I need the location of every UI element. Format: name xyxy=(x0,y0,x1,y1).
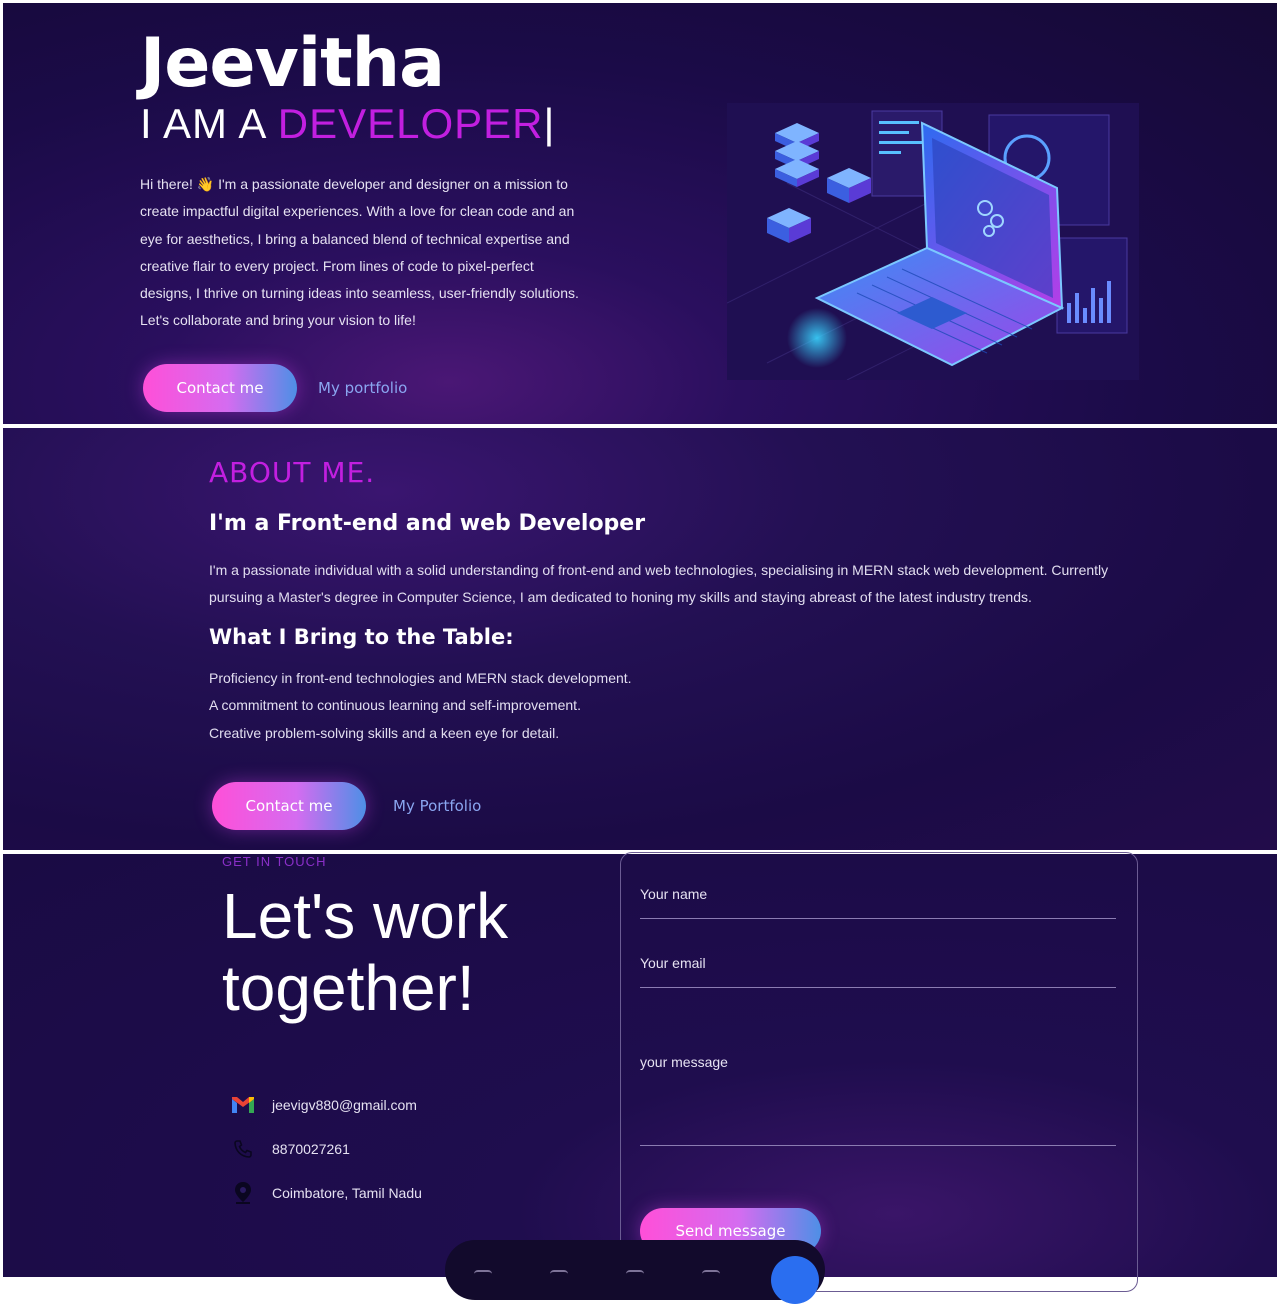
nav-home-icon[interactable] xyxy=(474,1270,492,1280)
hero-name: Jeevitha xyxy=(140,24,445,103)
list-item: Creative problem-solving skills and a ke… xyxy=(209,724,560,741)
location-pin-icon xyxy=(230,1180,256,1206)
phone-text: 8870027261 xyxy=(272,1141,350,1157)
about-subheading: What I Bring to the Table: xyxy=(209,625,514,649)
about-title: I'm a Front-end and web Developer xyxy=(209,511,646,536)
list-item: A commitment to continuous learning and … xyxy=(209,697,581,714)
name-field[interactable]: Your name xyxy=(640,886,1116,919)
hero-intro: Hi there! 👋 I'm a passionate developer a… xyxy=(140,176,579,329)
location-text: Coimbatore, Tamil Nadu xyxy=(272,1185,422,1201)
hero-portfolio-link[interactable]: My portfolio xyxy=(318,379,407,397)
contact-kicker: GET IN TOUCH xyxy=(222,854,327,869)
about-heading: ABOUT ME. xyxy=(209,456,376,489)
role-prefix: I AM A xyxy=(140,100,278,147)
hero-role: I AM A DEVELOPER| xyxy=(140,100,555,148)
about-section xyxy=(3,428,1277,850)
nav-camera-icon[interactable] xyxy=(626,1270,644,1280)
role-word: DEVELOPER xyxy=(277,100,544,147)
hero-contact-button[interactable]: Contact me xyxy=(143,364,297,412)
bottom-nav-dock xyxy=(445,1240,825,1304)
nav-message-icon[interactable] xyxy=(771,1256,819,1304)
isometric-laptop-illustration-icon xyxy=(727,103,1139,380)
about-description: I'm a passionate individual with a solid… xyxy=(209,562,1109,606)
email-row[interactable]: jeevigv880@gmail.com xyxy=(230,1092,417,1118)
phone-row[interactable]: 8870027261 xyxy=(230,1136,350,1162)
about-points-list: Proficiency in front-end technologies an… xyxy=(209,665,632,747)
contact-title: Let's work together! xyxy=(222,880,509,1024)
nav-user-icon[interactable] xyxy=(550,1270,568,1280)
nav-skills-icon[interactable] xyxy=(702,1270,720,1280)
email-text: jeevigv880@gmail.com xyxy=(272,1097,417,1113)
about-portfolio-link[interactable]: My Portfolio xyxy=(393,797,481,815)
location-row: Coimbatore, Tamil Nadu xyxy=(230,1180,422,1206)
message-field[interactable]: your message xyxy=(640,1054,1116,1146)
phone-icon xyxy=(230,1136,256,1162)
email-field[interactable]: Your email xyxy=(640,955,1116,988)
gmail-icon xyxy=(230,1092,256,1118)
list-item: Proficiency in front-end technologies an… xyxy=(209,670,632,686)
about-contact-button[interactable]: Contact me xyxy=(212,782,366,830)
typing-caret: | xyxy=(543,100,556,147)
